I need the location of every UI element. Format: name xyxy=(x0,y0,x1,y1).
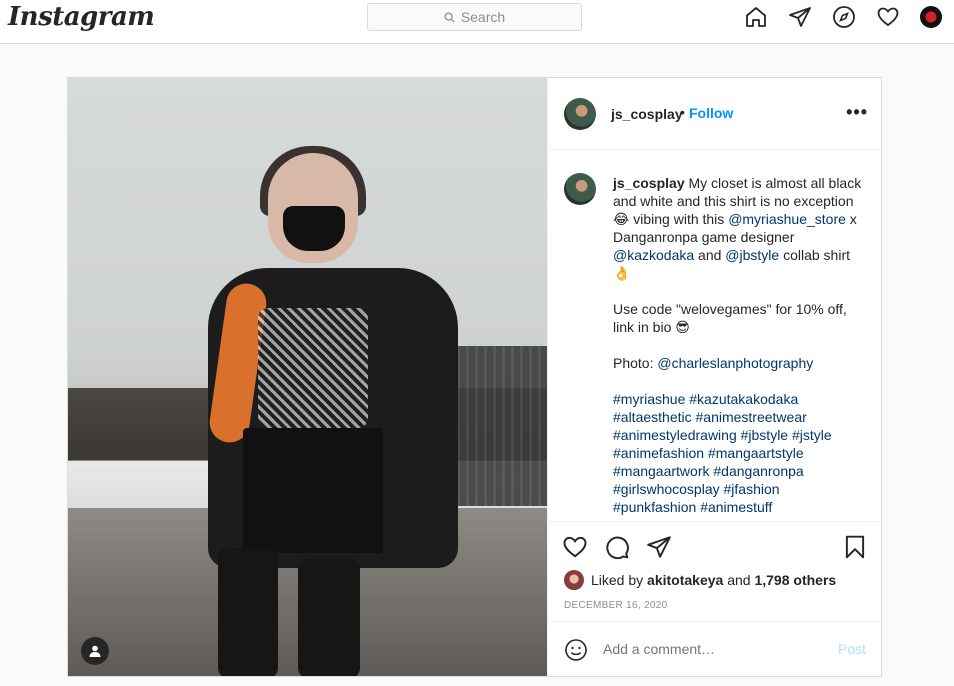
hashtag-link[interactable]: #animefashion xyxy=(613,445,704,461)
mention-jbstyle[interactable]: @jbstyle xyxy=(725,247,779,263)
boot-left xyxy=(218,548,278,676)
profile-avatar[interactable] xyxy=(920,6,942,28)
hashtag-link[interactable]: #animestreetwear xyxy=(696,409,807,425)
comment-bubble-icon[interactable] xyxy=(604,534,630,560)
liker-avatar[interactable] xyxy=(564,570,584,590)
post-photo[interactable] xyxy=(68,78,547,676)
caption-text-3: and xyxy=(694,247,726,263)
skirt xyxy=(243,428,383,553)
instagram-logo[interactable]: Instagram xyxy=(8,2,155,32)
shirt-print xyxy=(258,308,368,428)
direct-icon[interactable] xyxy=(788,5,812,29)
separator-dot: • xyxy=(680,104,685,120)
comment-bar: Post xyxy=(548,621,882,677)
mention-photographer[interactable]: @charleslanphotography xyxy=(657,355,813,371)
follow-button[interactable]: Follow xyxy=(689,105,733,121)
hashtag-link[interactable]: #girlswhocosplay xyxy=(613,481,720,497)
caption-text: js_cosplay My closet is almost all black… xyxy=(613,174,863,521)
hashtag-link[interactable]: #animestyledrawing xyxy=(613,427,737,443)
hashtag-list: #myriashue #kazutakakodaka #altaesthetic… xyxy=(613,390,863,516)
caption-area: js_cosplay My closet is almost all black… xyxy=(548,151,882,521)
more-options-icon[interactable]: ••• xyxy=(846,102,868,123)
search-icon xyxy=(444,11,455,23)
hashtag-link[interactable]: #myriashue xyxy=(613,391,685,407)
post-sidebar: js_cosplay • Follow ••• js_cosplay My cl… xyxy=(547,78,882,676)
hashtag-link[interactable]: #mangaartstyle xyxy=(708,445,804,461)
hashtag-link[interactable]: #jfashion xyxy=(724,481,780,497)
tagged-users-button[interactable] xyxy=(81,637,109,665)
explore-icon[interactable] xyxy=(832,5,856,29)
hashtag-link[interactable]: #animestuff xyxy=(700,499,772,515)
nav-icons xyxy=(744,5,942,29)
hashtag-link[interactable]: #altaesthetic xyxy=(613,409,692,425)
likes-summary: Liked by akitotakeya and 1,798 others xyxy=(564,570,836,590)
bookmark-icon[interactable] xyxy=(842,534,868,560)
home-icon[interactable] xyxy=(744,5,768,29)
hashtag-link[interactable]: #jstyle xyxy=(792,427,832,443)
emoji-icon[interactable] xyxy=(564,638,588,662)
like-heart-icon[interactable] xyxy=(562,534,588,560)
hashtag-link[interactable]: #mangaartwork xyxy=(613,463,710,479)
likes-prefix: Liked by xyxy=(591,572,644,588)
hashtag-link[interactable]: #jbstyle xyxy=(741,427,788,443)
liker-username[interactable]: akitotakeya xyxy=(647,572,723,588)
author-username[interactable]: js_cosplay xyxy=(611,106,683,122)
hashtag-link[interactable]: #punkfashion xyxy=(613,499,696,515)
post-comment-button[interactable]: Post xyxy=(838,641,866,657)
top-nav: Instagram Search xyxy=(0,0,954,44)
comment-input[interactable] xyxy=(603,641,803,657)
author-avatar[interactable] xyxy=(564,98,596,130)
mention-kazkodaka[interactable]: @kazkodaka xyxy=(613,247,694,263)
post-header: js_cosplay • Follow ••• xyxy=(548,78,882,150)
hashtag-link[interactable]: #kazutakakodaka xyxy=(689,391,798,407)
post-actions: Liked by akitotakeya and 1,798 others DE… xyxy=(548,521,882,676)
caption-username[interactable]: js_cosplay xyxy=(613,175,685,191)
share-icon[interactable] xyxy=(646,534,672,560)
post-date: DECEMBER 16, 2020 xyxy=(564,600,668,611)
mention-myriashue[interactable]: @myriashue_store xyxy=(728,211,846,227)
photo-label: Photo: xyxy=(613,355,658,371)
caption-avatar[interactable] xyxy=(564,173,596,205)
boot-right xyxy=(298,558,360,676)
post-card: js_cosplay • Follow ••• js_cosplay My cl… xyxy=(67,77,882,677)
likes-others-link[interactable]: 1,798 others xyxy=(754,572,836,588)
likes-middle: and xyxy=(727,572,751,588)
activity-heart-icon[interactable] xyxy=(876,5,900,29)
search-placeholder: Search xyxy=(460,9,506,25)
caption-paragraph-2: Use code "welovegames" for 10% off, link… xyxy=(613,301,847,335)
face-mask xyxy=(283,206,345,251)
user-icon xyxy=(89,645,101,657)
hashtag-link[interactable]: #danganronpa xyxy=(713,463,803,479)
search-box[interactable]: Search xyxy=(367,3,582,31)
